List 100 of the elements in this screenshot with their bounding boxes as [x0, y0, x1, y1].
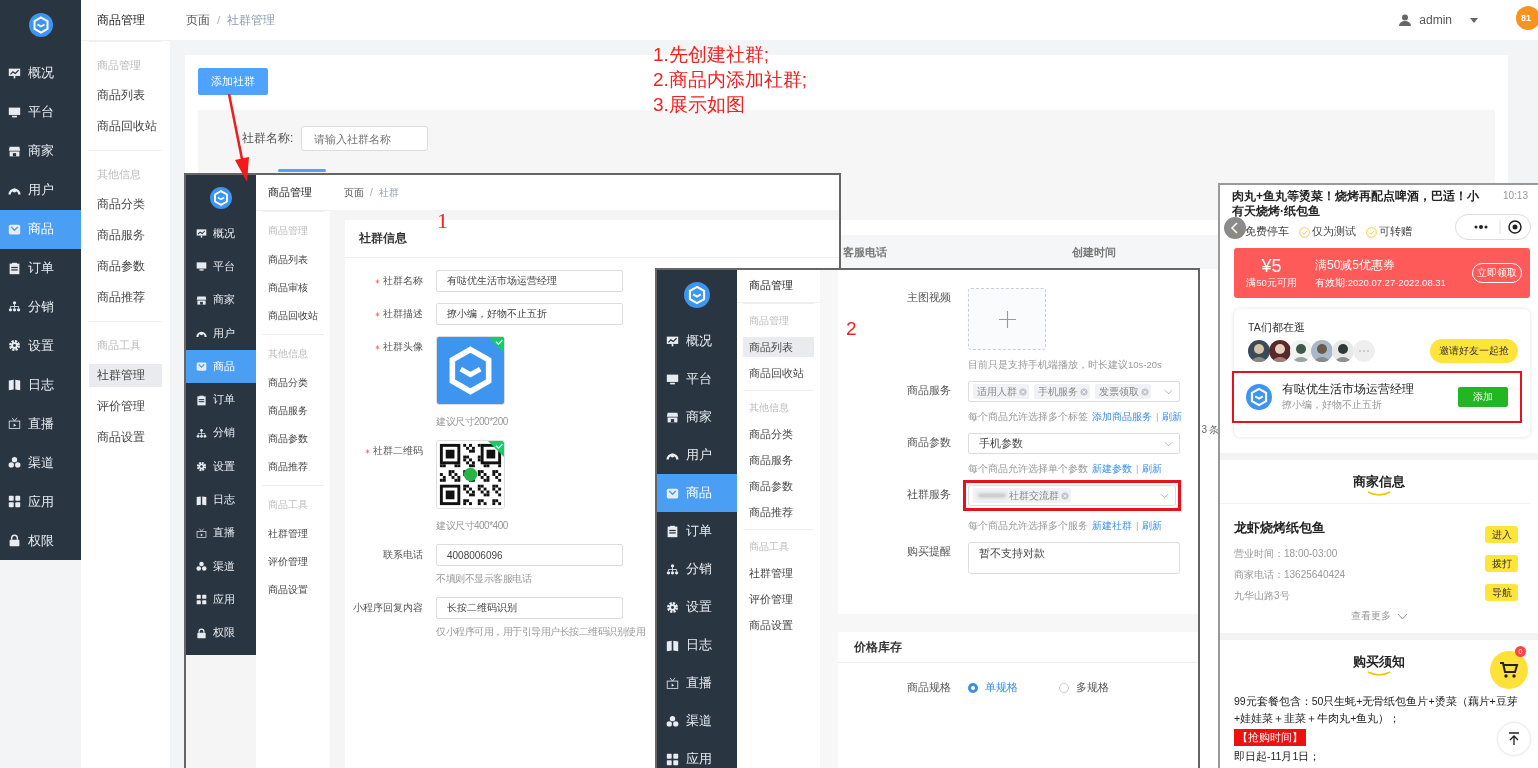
nav-item[interactable]: 日志	[0, 365, 81, 405]
submenu-item[interactable]: 商品参数	[89, 255, 162, 278]
submenu-item[interactable]: 评价管理	[89, 395, 162, 418]
nav-item[interactable]: 概况	[657, 322, 737, 360]
submenu-item[interactable]: 商品分类	[262, 369, 324, 397]
nav-item[interactable]: 直播	[657, 664, 737, 702]
nav-item[interactable]: 分销	[0, 287, 81, 327]
link[interactable]: 刷新	[1142, 463, 1163, 476]
submenu-item[interactable]: 商品分类	[743, 424, 814, 444]
back-to-top-button[interactable]	[1498, 723, 1530, 755]
nav-item[interactable]: 设置	[0, 326, 81, 366]
submenu-item[interactable]: 评价管理	[262, 548, 324, 576]
nav-item[interactable]: 设置	[186, 450, 256, 484]
submenu-item[interactable]: 商品分类	[89, 193, 162, 216]
submenu-item[interactable]: 商品设置	[262, 576, 324, 604]
hint-text: 每个商品允许选择单个参数	[968, 463, 1088, 476]
link[interactable]: 新建参数	[1092, 463, 1132, 476]
back-button[interactable]	[1224, 217, 1246, 239]
action-button[interactable]: 导航	[1485, 584, 1518, 601]
nav-item[interactable]: 日志	[186, 483, 256, 517]
nav-item[interactable]: 订单	[657, 512, 737, 550]
nav-item[interactable]: 概况	[186, 217, 256, 251]
link[interactable]: 新建社群	[1092, 520, 1132, 533]
submenu-item[interactable]: 商品设置	[743, 615, 814, 635]
nav-item[interactable]: 概况	[0, 54, 81, 93]
radio-option[interactable]: 多规格	[1059, 681, 1109, 695]
user-menu[interactable]: admin	[1399, 13, 1478, 27]
submenu-item[interactable]: 商品推荐	[89, 286, 162, 309]
text-input[interactable]: 有哒优生活市场运营经理	[436, 270, 623, 292]
nav-item[interactable]: 分销	[657, 550, 737, 588]
submenu-item[interactable]: 商品列表	[262, 246, 324, 274]
submenu-item[interactable]: 商品服务	[262, 397, 324, 425]
nav-item[interactable]: 用户	[186, 316, 256, 351]
action-button[interactable]: 拨打	[1485, 555, 1518, 572]
card-title: 价格库存	[838, 632, 1198, 663]
text-input[interactable]: 长按二维码识别	[436, 597, 623, 619]
action-button[interactable]: 进入	[1485, 526, 1518, 543]
remove-icon[interactable]	[1061, 491, 1069, 500]
breadcrumb-item[interactable]: 页面	[344, 185, 364, 200]
submenu-item[interactable]: 商品设置	[89, 426, 162, 449]
radio-icon	[968, 683, 978, 693]
text-input[interactable]: 4008006096	[436, 544, 623, 566]
submenu-item[interactable]: 商品参数	[743, 476, 814, 496]
submenu-item[interactable]: 商品回收站	[89, 115, 162, 138]
search-field[interactable]: 请输入社群名称	[301, 126, 429, 151]
submenu-item[interactable]: 社群管理	[262, 520, 324, 548]
nav-item[interactable]: 用户	[0, 170, 81, 210]
submenu-item[interactable]: 商品列表	[89, 84, 162, 107]
nav-item[interactable]: 直播	[186, 516, 256, 550]
nav-item[interactable]: 应用	[657, 740, 737, 768]
nav-item[interactable]: 直播	[0, 404, 81, 444]
tv-icon	[666, 676, 679, 690]
remove-icon[interactable]	[1080, 387, 1088, 396]
submenu-item[interactable]: 商品服务	[89, 224, 162, 247]
nav-item[interactable]: 订单	[0, 248, 81, 288]
nav-item[interactable]: 订单	[186, 383, 256, 417]
nav-item[interactable]: 商家	[0, 131, 81, 171]
submenu-item[interactable]: 商品审核	[262, 274, 324, 302]
nav-item[interactable]: 渠道	[186, 549, 256, 584]
nav-item[interactable]: 应用	[0, 482, 81, 522]
cart-button[interactable]	[1490, 651, 1528, 689]
invite-button[interactable]: 邀请好友一起抢	[1430, 339, 1518, 363]
submenu-item[interactable]: 商品回收站	[743, 363, 814, 383]
submenu-item[interactable]: 商品回收站	[262, 302, 324, 330]
submenu-item[interactable]: 商品服务	[743, 450, 814, 470]
remove-icon[interactable]	[1019, 387, 1027, 396]
nav-item[interactable]: 分销	[186, 416, 256, 451]
nav-item[interactable]: 应用	[186, 583, 256, 617]
nav-item[interactable]: 平台	[0, 92, 81, 132]
submenu-item[interactable]: 社群管理	[743, 563, 814, 583]
submenu-item[interactable]: 评价管理	[743, 589, 814, 609]
nav-item[interactable]: 用户	[657, 436, 737, 474]
nav-item[interactable]: 渠道	[657, 702, 737, 740]
capsule-menu[interactable]	[1455, 214, 1531, 240]
field-label: 商品参数	[907, 436, 951, 448]
nav-item[interactable]: 商家	[186, 283, 256, 317]
submenu-item[interactable]: 商品推荐	[262, 453, 324, 481]
submenu-item[interactable]: 商品参数	[262, 425, 324, 453]
submenu-item[interactable]: 商品列表	[743, 337, 814, 357]
nav-item[interactable]: 平台	[186, 250, 256, 284]
nav-item[interactable]: 平台	[657, 360, 737, 398]
link[interactable]: 刷新	[1162, 411, 1183, 424]
radio-option[interactable]: 单规格	[968, 681, 1018, 695]
submenu-item[interactable]: 商品推荐	[743, 502, 814, 522]
group-heading: 其他信息	[96, 167, 142, 182]
nav-item[interactable]: 权限	[186, 616, 256, 650]
nav-item[interactable]: 渠道	[0, 443, 81, 483]
select-field[interactable]: 手机参数	[968, 433, 1180, 454]
submenu-item[interactable]: 社群管理	[89, 364, 162, 387]
text-area[interactable]: 暂不支持对款	[968, 542, 1180, 574]
text-input[interactable]: 撩小编，好物不止五折	[436, 303, 623, 325]
nav-item[interactable]: 设置	[657, 588, 737, 626]
remove-icon[interactable]	[1141, 387, 1149, 396]
nav-item[interactable]: 权限	[0, 521, 81, 560]
nav-item[interactable]: 商家	[657, 398, 737, 436]
nav-item[interactable]: 日志	[657, 626, 737, 664]
link[interactable]: 添加商品服务	[1092, 411, 1152, 424]
link[interactable]: 刷新	[1142, 520, 1163, 533]
image-upload[interactable]	[436, 440, 505, 509]
breadcrumb-item[interactable]: 页面	[186, 12, 210, 28]
